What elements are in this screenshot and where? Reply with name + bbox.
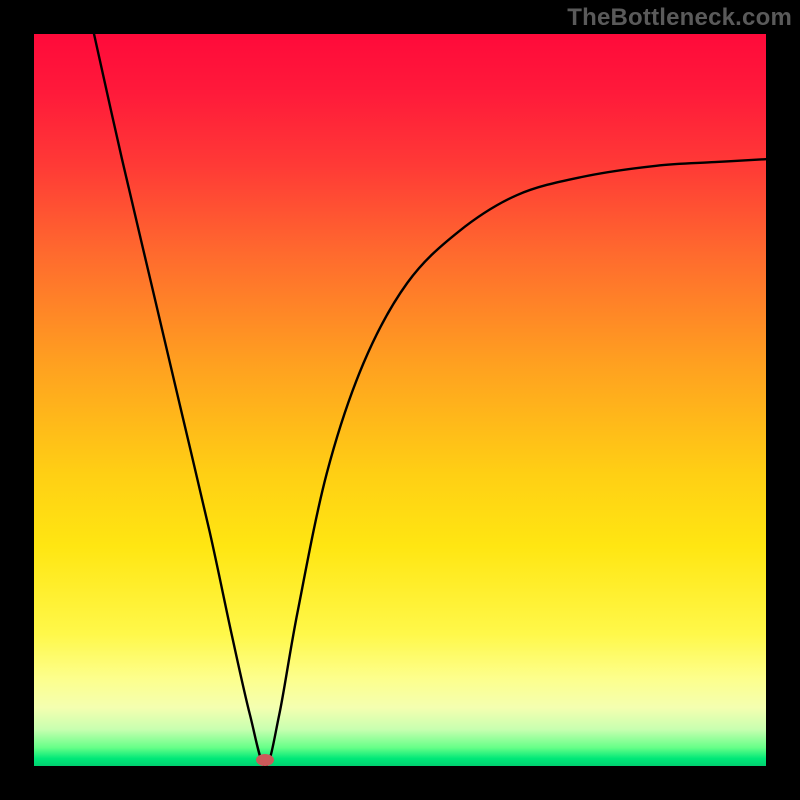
watermark-text: TheBottleneck.com xyxy=(567,4,792,32)
optimal-marker xyxy=(256,754,274,766)
bottleneck-curve xyxy=(34,34,766,766)
plot-area xyxy=(34,34,766,766)
chart-frame: TheBottleneck.com xyxy=(0,0,800,800)
